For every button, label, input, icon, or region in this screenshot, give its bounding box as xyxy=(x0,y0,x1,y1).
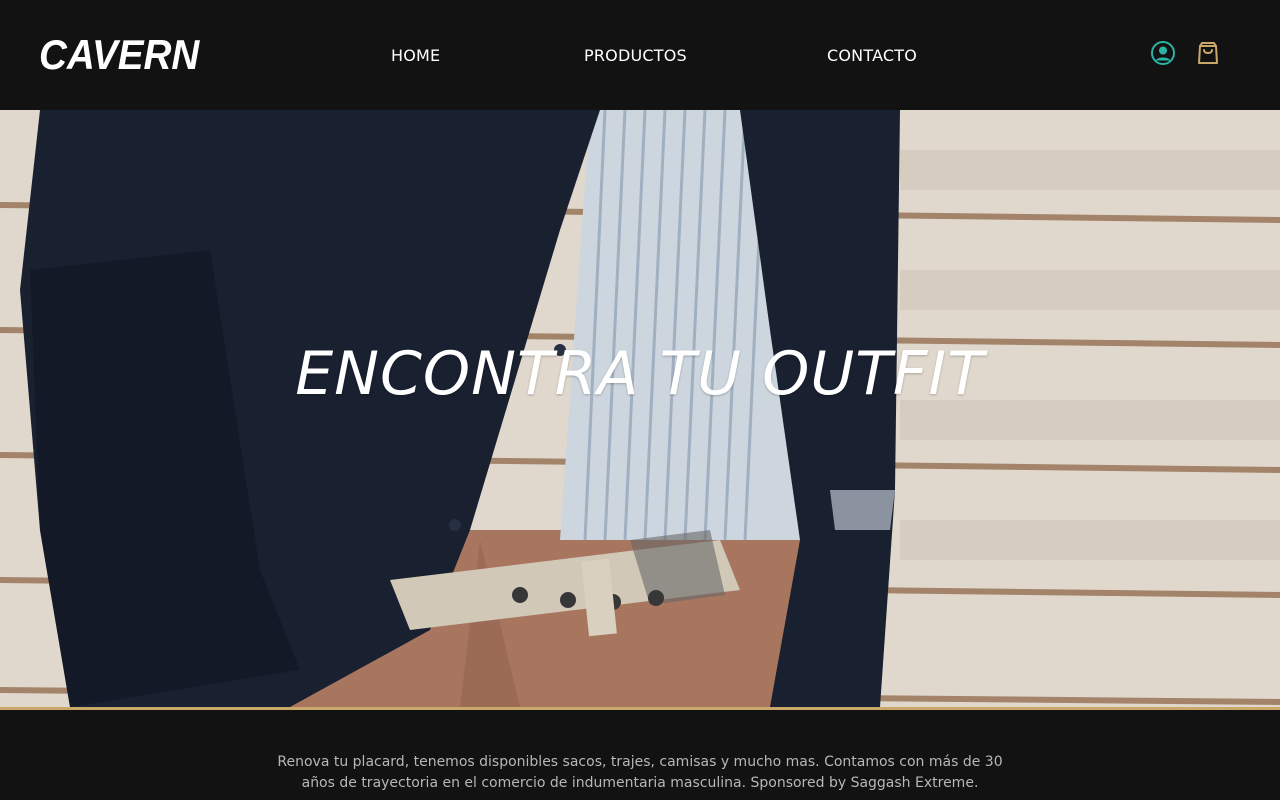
nav-productos-link[interactable]: PRODUCTOS xyxy=(584,45,687,67)
nav-contacto-link[interactable]: CONTACTO xyxy=(827,45,917,67)
hero-title: ENCONTRA TU OUTFIT xyxy=(295,339,985,409)
about-section: Renova tu placard, tenemos disponibles s… xyxy=(0,710,1280,800)
brand-logo[interactable]: CAVERN xyxy=(39,33,199,77)
user-account-icon[interactable] xyxy=(1150,40,1176,66)
nav-home-link[interactable]: HOME xyxy=(391,45,440,67)
shopping-bag-icon[interactable] xyxy=(1195,40,1221,66)
site-header: CAVERN HOME PRODUCTOS CONTACTO xyxy=(0,0,1280,110)
about-text: Renova tu placard, tenemos disponibles s… xyxy=(277,754,1003,791)
hero-overlay: ENCONTRA TU OUTFIT xyxy=(0,110,1280,707)
hero-banner: ENCONTRA TU OUTFIT xyxy=(0,110,1280,707)
